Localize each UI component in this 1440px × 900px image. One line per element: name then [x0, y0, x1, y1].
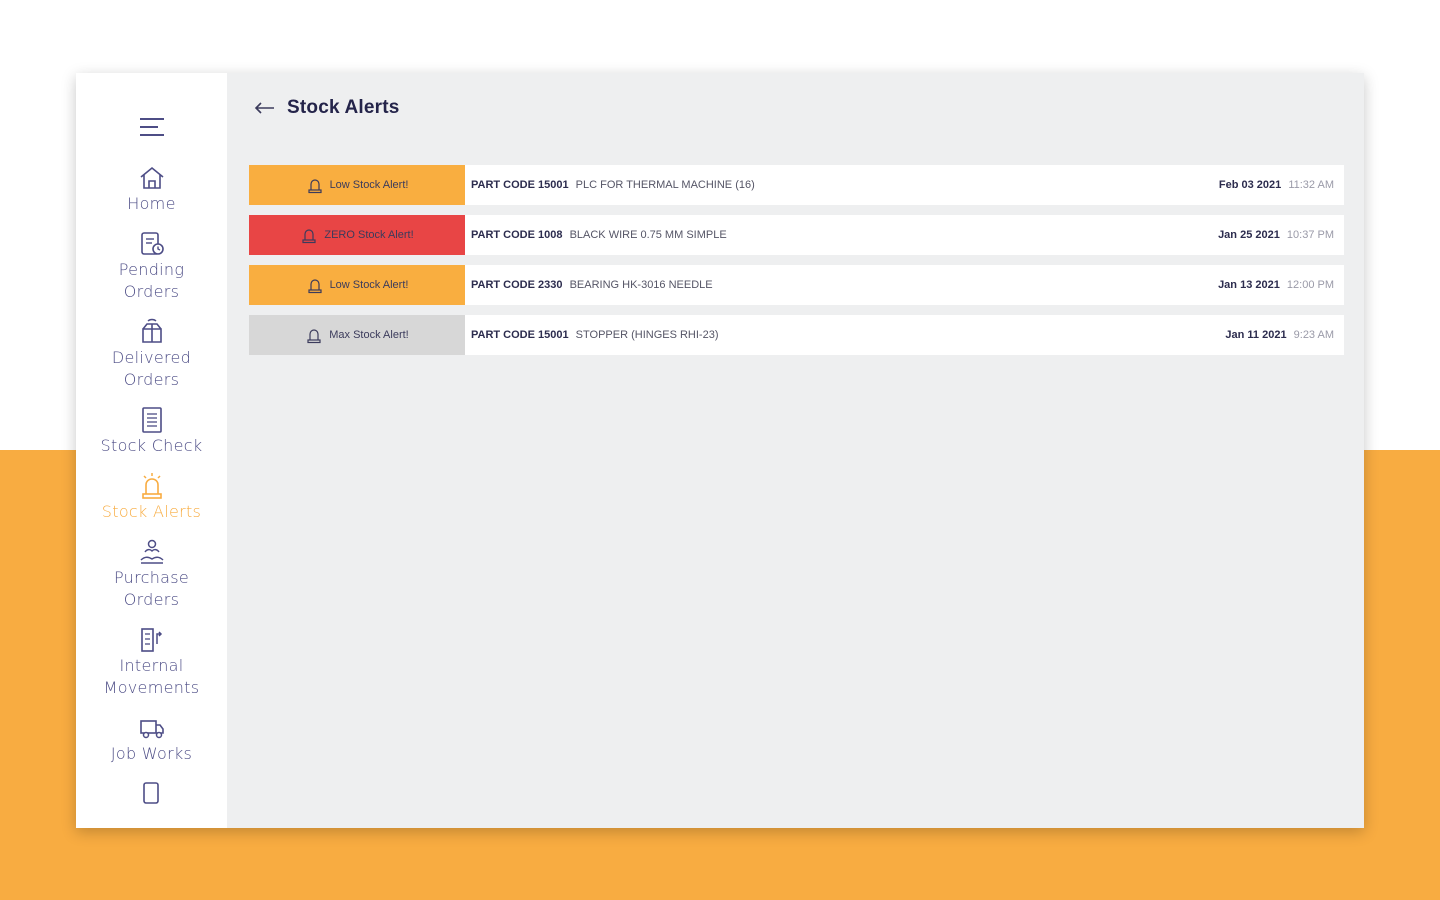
part-description: BLACK WIRE 0.75 MM SIMPLE — [569, 229, 727, 241]
part-code: PART CODE 15001 — [471, 329, 569, 341]
max-stock-badge: Max Stock Alert! — [249, 315, 465, 355]
alert-date: Feb 03 2021 — [1218, 179, 1282, 191]
low-stock-badge: Low Stock Alert! — [249, 265, 465, 305]
alert-row[interactable]: Low Stock Alert! PART CODE 2330 BEARING … — [249, 265, 1344, 305]
part-code: PART CODE 15001 — [471, 179, 569, 191]
sidebar-item-label: Purchase Orders — [113, 568, 190, 609]
sidebar-item-internal-movements[interactable]: Internal Movements — [82, 625, 222, 699]
alert-list: Low Stock Alert! PART CODE 15001 PLC FOR… — [249, 165, 1344, 365]
alert-type-label: ZERO Stock Alert! — [324, 229, 414, 241]
page-header: Stock Alerts — [249, 97, 1344, 119]
app-window: Home Pending Orders Delivered Orders Sto… — [76, 73, 1364, 828]
zero-stock-badge: ZERO Stock Alert! — [249, 215, 465, 255]
internal-movements-icon — [137, 625, 167, 655]
delivered-orders-icon — [137, 317, 167, 347]
alert-time: 9:23 AM — [1293, 329, 1334, 341]
alert-type-label: Low Stock Alert! — [329, 279, 409, 291]
alert-info: PART CODE 2330 BEARING HK-3016 NEEDLE Ja… — [465, 265, 1344, 305]
sidebar-item-stock-check[interactable]: Stock Check — [82, 405, 222, 457]
alarm-icon — [300, 226, 318, 244]
sidebar-item-label: Stock Alerts — [101, 502, 202, 521]
page-title: Stock Alerts — [287, 97, 400, 118]
main-content: Stock Alerts Low Stock Alert! PART CODE … — [227, 73, 1364, 828]
alert-date: Jan 11 2021 — [1225, 329, 1287, 341]
alert-info: PART CODE 15001 PLC FOR THERMAL MACHINE … — [465, 165, 1344, 205]
sidebar-item-delivered-orders[interactable]: Delivered Orders — [82, 317, 222, 391]
alert-date: Jan 13 2021 — [1218, 279, 1280, 291]
back-button[interactable] — [253, 98, 277, 118]
sidebar-item-stock-alerts[interactable]: Stock Alerts — [82, 471, 222, 523]
job-works-icon — [137, 713, 167, 743]
sidebar: Home Pending Orders Delivered Orders Sto… — [76, 73, 227, 828]
sidebar-item-more[interactable] — [82, 779, 222, 809]
alert-time: 12:00 PM — [1286, 279, 1334, 291]
part-code: PART CODE 2330 — [471, 279, 563, 291]
alert-type-label: Max Stock Alert! — [329, 329, 409, 341]
low-stock-badge: Low Stock Alert! — [249, 165, 465, 205]
pending-orders-icon — [137, 229, 167, 259]
stock-check-icon — [137, 405, 167, 435]
alert-time: 11:32 AM — [1288, 179, 1334, 191]
part-code: PART CODE 1008 — [471, 229, 563, 241]
document-icon — [137, 779, 167, 809]
sidebar-item-label: Stock Check — [100, 436, 203, 455]
alarm-icon — [305, 326, 323, 344]
alert-date: Jan 25 2021 — [1218, 229, 1280, 241]
home-icon — [137, 163, 167, 193]
alarm-icon — [137, 471, 167, 501]
part-description: PLC FOR THERMAL MACHINE (16) — [575, 179, 755, 191]
sidebar-item-label: Home — [127, 194, 176, 213]
sidebar-item-label: Pending Orders — [118, 260, 185, 301]
alert-info: PART CODE 1008 BLACK WIRE 0.75 MM SIMPLE… — [465, 215, 1344, 255]
arrow-left-icon — [254, 102, 274, 114]
alert-time: 10:37 PM — [1286, 229, 1334, 241]
sidebar-item-label: Delivered Orders — [111, 348, 192, 389]
sidebar-item-pending-orders[interactable]: Pending Orders — [82, 229, 222, 303]
sidebar-item-home[interactable]: Home — [82, 163, 222, 215]
alert-row[interactable]: ZERO Stock Alert! PART CODE 1008 BLACK W… — [249, 215, 1344, 255]
sidebar-item-job-works[interactable]: Job Works — [82, 713, 222, 765]
hamburger-icon — [139, 118, 164, 136]
alarm-icon — [306, 276, 324, 294]
sidebar-item-purchase-orders[interactable]: Purchase Orders — [82, 537, 222, 611]
alert-row[interactable]: Max Stock Alert! PART CODE 15001 STOPPER… — [249, 315, 1344, 355]
purchase-orders-icon — [137, 537, 167, 567]
alarm-icon — [306, 176, 324, 194]
part-description: BEARING HK-3016 NEEDLE — [569, 279, 713, 291]
alert-type-label: Low Stock Alert! — [329, 179, 409, 191]
sidebar-item-label: Internal Movements — [103, 656, 200, 697]
alert-info: PART CODE 15001 STOPPER (HINGES RHI-23) … — [465, 315, 1344, 355]
menu-button[interactable] — [138, 113, 166, 141]
alert-row[interactable]: Low Stock Alert! PART CODE 15001 PLC FOR… — [249, 165, 1344, 205]
part-description: STOPPER (HINGES RHI-23) — [575, 329, 719, 341]
sidebar-item-label: Job Works — [110, 744, 193, 763]
